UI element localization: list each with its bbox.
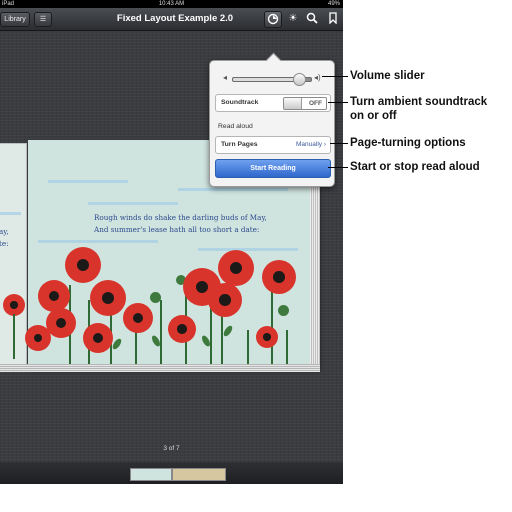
leaf [222, 324, 234, 338]
left-page-line-1: ay, [0, 227, 9, 236]
list-icon: ☰ [39, 16, 47, 23]
audio-options-icon [267, 13, 279, 25]
flower-stem [13, 314, 15, 359]
soundtrack-row: Soundtrack OFF [215, 94, 331, 112]
reader-toolbar: Library ☰ Fixed Layout Example 2.0 ☀ [0, 8, 343, 31]
flower-stem [247, 330, 249, 365]
callout-soundtrack-line-2: on or off [350, 110, 397, 122]
sky-stripe [0, 212, 21, 215]
sky-stripe [88, 202, 178, 205]
poppy-flower [168, 315, 196, 343]
sky-stripe [178, 188, 288, 191]
bookmark-button[interactable] [326, 12, 340, 26]
flower-stem [286, 330, 288, 365]
poppy-flower [262, 260, 296, 294]
callout-page-turning: Page-turning options [350, 137, 466, 149]
callout-line-soundtrack [328, 102, 348, 103]
audio-options-button[interactable] [264, 11, 282, 28]
page-thumbnail[interactable] [130, 468, 172, 481]
flower-stem [160, 300, 162, 365]
brightness-button[interactable]: ☀ [286, 12, 300, 26]
soundtrack-toggle[interactable]: OFF [283, 97, 327, 110]
sky-stripe [48, 180, 128, 183]
turn-pages-value: Manually › [296, 141, 326, 148]
callout-line-page-turning [330, 143, 348, 144]
poem-text: Rough winds do shake the darling buds of… [94, 212, 267, 236]
poppy-flower [90, 280, 126, 316]
volume-slider-fill [233, 78, 300, 81]
start-reading-button[interactable]: Start Reading [215, 159, 331, 178]
volume-low-icon: ◂ [223, 73, 228, 82]
toggle-knob [284, 98, 302, 109]
page-thumbnail[interactable] [172, 468, 226, 481]
clock: 10:43 AM [158, 1, 185, 7]
callout-read-aloud: Start or stop read aloud [350, 161, 480, 173]
poppy-flower [25, 325, 51, 351]
bookmark-icon [329, 12, 337, 25]
battery-level: 49% [327, 1, 340, 7]
search-icon [306, 12, 318, 24]
callout-soundtrack-line-1: Turn ambient soundtrack [350, 96, 488, 108]
poppy-flower [3, 294, 25, 316]
poppy-flower [65, 247, 101, 283]
flower-bud [278, 305, 289, 316]
brightness-icon: ☀ [288, 13, 298, 24]
poppy-flower [83, 323, 113, 353]
soundtrack-label: Soundtrack [221, 99, 259, 106]
left-page-text: ay, te: [0, 226, 9, 250]
callout-line-read-aloud [328, 167, 348, 168]
poem-line-1: Rough winds do shake the darling buds of… [94, 213, 267, 222]
left-page-line-2: te: [0, 239, 9, 248]
audio-options-popover: ◂ ◂) Soundtrack OFF Read aloud Turn Page… [209, 52, 335, 187]
volume-slider-knob[interactable] [293, 73, 307, 86]
poppy-flower [256, 326, 278, 348]
sky-stripe [198, 248, 298, 251]
sky-stripe [38, 240, 158, 243]
page-edges-bottom [0, 364, 320, 372]
library-button[interactable]: Library [0, 12, 30, 27]
volume-high-icon: ◂) [314, 73, 321, 82]
turn-pages-label: Turn Pages [221, 141, 258, 148]
toggle-state: OFF [309, 100, 322, 107]
callout-line-volume [322, 76, 348, 77]
search-button[interactable] [305, 12, 319, 26]
book-title: Fixed Layout Example 2.0 [116, 13, 234, 24]
left-page[interactable]: ay, te: [0, 143, 27, 367]
page-number: 3 of 7 [163, 445, 180, 452]
flower-bud [150, 292, 161, 303]
callout-volume: Volume slider [350, 70, 425, 82]
page-scrubber[interactable] [0, 462, 343, 484]
poppy-flower [208, 283, 242, 317]
read-aloud-heading: Read aloud [218, 123, 253, 130]
volume-slider[interactable] [232, 73, 312, 86]
chevron-right-icon: › [323, 141, 326, 148]
table-of-contents-button[interactable]: ☰ [34, 12, 52, 27]
status-bar: iPad 10:43 AM 49% [0, 0, 343, 8]
poppy-flower [38, 280, 70, 312]
poem-line-2: And summer's lease hath all too short a … [94, 225, 260, 234]
callout-soundtrack: Turn ambient soundtrack on or off [350, 95, 487, 123]
poppy-flower [123, 303, 153, 333]
poppy-flower [218, 250, 254, 286]
turn-pages-row[interactable]: Turn Pages Manually › [215, 136, 331, 154]
